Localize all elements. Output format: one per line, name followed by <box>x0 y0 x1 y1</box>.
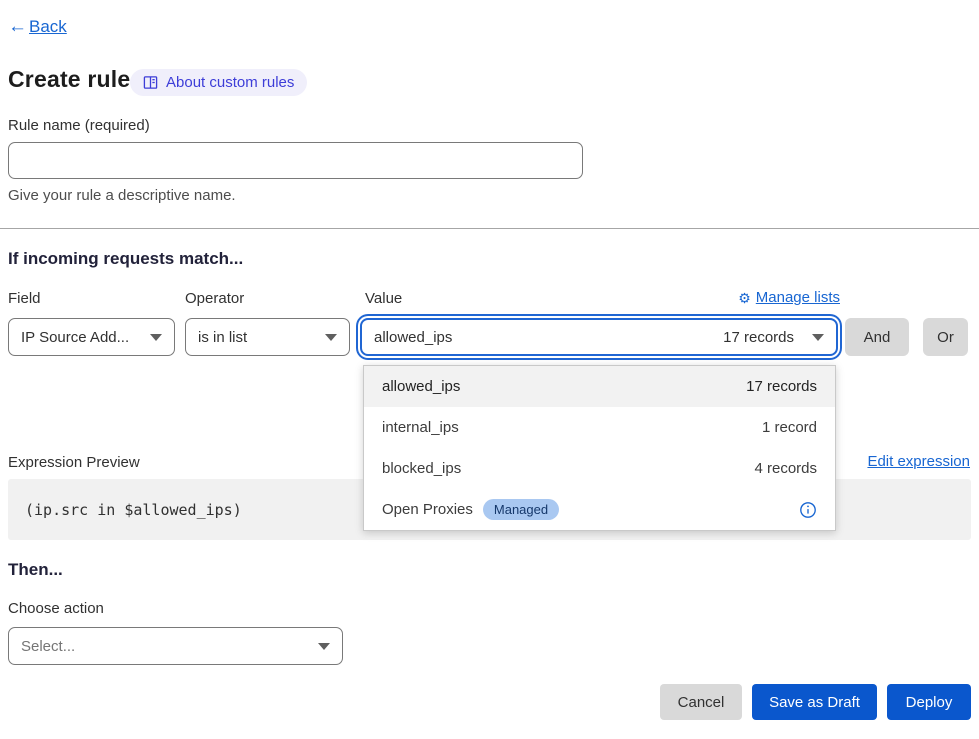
operator-select-value: is in list <box>198 329 247 346</box>
field-select-value: IP Source Add... <box>21 329 129 346</box>
list-name: internal_ips <box>382 419 459 436</box>
manage-lists-link[interactable]: ⚙ Manage lists <box>738 289 840 306</box>
match-section-heading: If incoming requests match... <box>8 249 243 269</box>
choose-action-label: Choose action <box>8 600 104 617</box>
rule-name-input[interactable] <box>8 142 583 179</box>
operator-select[interactable]: is in list <box>185 318 350 356</box>
rule-name-helper: Give your rule a descriptive name. <box>8 187 236 204</box>
chevron-down-icon <box>318 643 330 650</box>
create-rule-page: ←Back Create rule About custom rules Rul… <box>0 0 979 739</box>
value-select[interactable]: allowed_ips 17 records <box>360 318 838 356</box>
action-select[interactable]: Select... <box>8 627 343 665</box>
about-custom-rules-link[interactable]: About custom rules <box>130 69 307 96</box>
list-name: blocked_ips <box>382 460 461 477</box>
chevron-down-icon <box>325 334 337 341</box>
or-button[interactable]: Or <box>923 318 968 356</box>
page-title: Create rule <box>8 66 130 93</box>
value-label: Value <box>365 290 402 307</box>
back-arrow-icon: ← <box>8 16 27 38</box>
list-name: Open Proxies <box>382 501 473 518</box>
list-name: allowed_ips <box>382 378 460 395</box>
then-section-heading: Then... <box>8 560 63 580</box>
action-select-placeholder: Select... <box>21 638 75 655</box>
field-label: Field <box>8 290 41 307</box>
save-as-draft-button[interactable]: Save as Draft <box>752 684 877 720</box>
deploy-button[interactable]: Deploy <box>887 684 971 720</box>
value-select-records: 17 records <box>723 329 794 346</box>
value-dropdown-menu: allowed_ips 17 records internal_ips 1 re… <box>363 365 836 531</box>
operator-label: Operator <box>185 290 244 307</box>
back-label: Back <box>29 17 67 37</box>
value-select-value: allowed_ips <box>374 329 452 346</box>
managed-badge: Managed <box>483 499 559 520</box>
book-icon <box>143 75 158 90</box>
list-records: 4 records <box>754 460 817 477</box>
info-icon[interactable] <box>799 501 817 519</box>
about-badge-label: About custom rules <box>166 74 294 91</box>
rule-name-label: Rule name (required) <box>8 117 150 134</box>
chevron-down-icon <box>812 334 824 341</box>
expression-preview-label: Expression Preview <box>8 454 140 471</box>
edit-expression-link[interactable]: Edit expression <box>867 453 970 470</box>
manage-lists-label: Manage lists <box>756 289 840 306</box>
and-button[interactable]: And <box>845 318 909 356</box>
list-item-internal-ips[interactable]: internal_ips 1 record <box>364 407 835 448</box>
list-item-open-proxies[interactable]: Open Proxies Managed <box>364 489 835 530</box>
section-divider <box>0 228 979 229</box>
chevron-down-icon <box>150 334 162 341</box>
list-records: 17 records <box>746 378 817 395</box>
list-item-allowed-ips[interactable]: allowed_ips 17 records <box>364 366 835 407</box>
back-link[interactable]: ←Back <box>8 16 67 38</box>
cancel-button[interactable]: Cancel <box>660 684 742 720</box>
list-records: 1 record <box>762 419 817 436</box>
field-select[interactable]: IP Source Add... <box>8 318 175 356</box>
expression-code: (ip.src in $allowed_ips) <box>25 501 242 519</box>
gear-icon: ⚙ <box>738 291 751 305</box>
list-item-blocked-ips[interactable]: blocked_ips 4 records <box>364 448 835 489</box>
